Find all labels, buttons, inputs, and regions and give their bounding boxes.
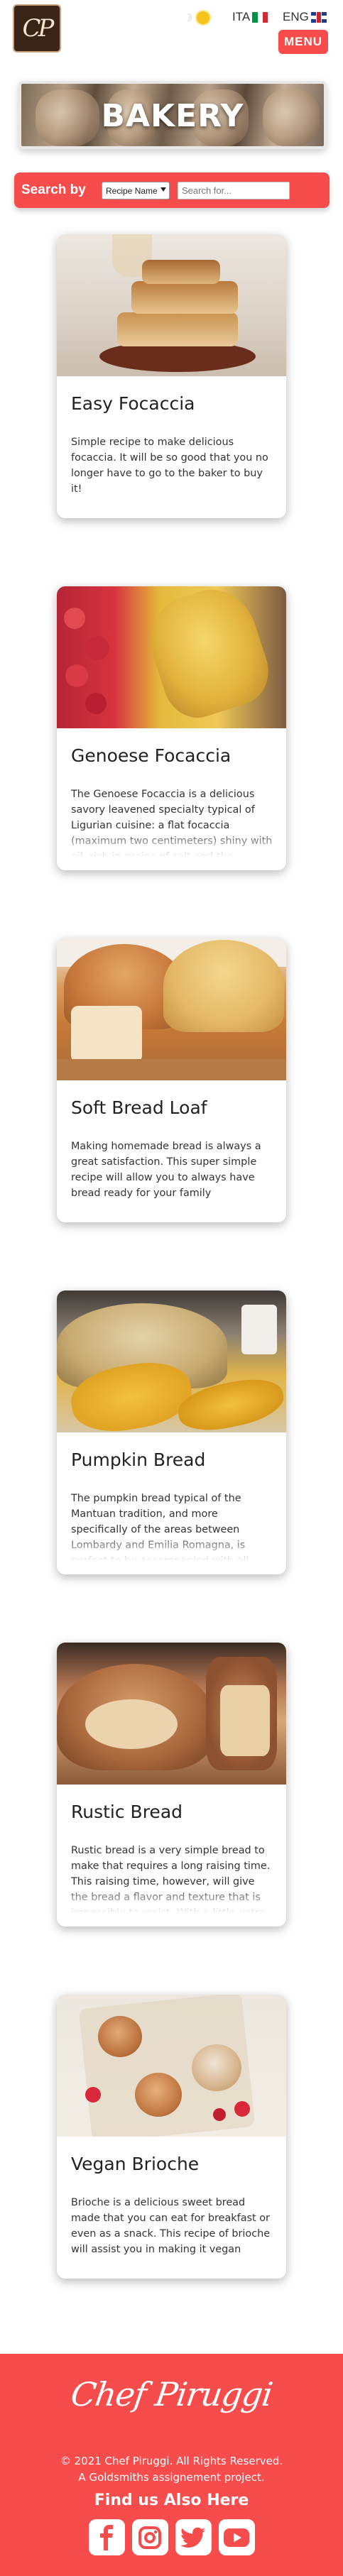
- search-bar: Search by Recipe Name: [14, 172, 330, 208]
- recipe-description: Making homemade bread is always a great …: [71, 1141, 261, 1199]
- recipe-image: [57, 1290, 286, 1432]
- copyright-line: © 2021 Chef Piruggi. All Rights Reserved…: [60, 2455, 283, 2467]
- recipe-card[interactable]: Rustic Bread Rustic bread is a very simp…: [57, 1643, 286, 1926]
- top-bar: CP ☽ ITA ENG MENU: [0, 0, 343, 64]
- italy-flag-icon: [252, 11, 268, 23]
- recipe-image: [57, 234, 286, 376]
- twitter-icon[interactable]: [175, 2519, 212, 2555]
- youtube-icon[interactable]: [218, 2519, 255, 2555]
- facebook-icon[interactable]: [88, 2519, 125, 2555]
- recipe-title: Genoese Focaccia: [71, 745, 232, 766]
- recipe-description: Brioche is a delicious sweet bread made …: [71, 2197, 271, 2255]
- language-ita[interactable]: ITA: [232, 10, 268, 24]
- menu-button[interactable]: MENU: [278, 30, 328, 54]
- search-type-select[interactable]: Recipe Name: [102, 182, 170, 199]
- search-input[interactable]: [178, 182, 290, 199]
- project-line: A Goldsmiths assignement project.: [78, 2471, 265, 2484]
- site-logo[interactable]: CP: [13, 4, 61, 53]
- recipe-card[interactable]: Easy Focaccia Simple recipe to make deli…: [57, 234, 286, 518]
- page-title: BAKERY: [101, 98, 244, 134]
- recipe-image: [57, 1995, 286, 2137]
- recipe-title: Soft Bread Loaf: [71, 1097, 207, 1118]
- recipe-card[interactable]: Soft Bread Loaf Making homemade bread is…: [57, 938, 286, 1222]
- language-eng-label: ENG: [283, 10, 309, 23]
- chevron-down-icon: [160, 187, 166, 192]
- recipe-card[interactable]: Vegan Brioche Brioche is a delicious swe…: [57, 1995, 286, 2279]
- sun-icon: [197, 11, 210, 24]
- recipe-image: [57, 1643, 286, 1785]
- recipe-title: Pumpkin Bread: [71, 1449, 206, 1470]
- recipe-card[interactable]: Genoese Focaccia The Genoese Focaccia is…: [57, 586, 286, 870]
- recipe-title: Easy Focaccia: [71, 393, 195, 414]
- recipe-card[interactable]: Pumpkin Bread The pumpkin bread typical …: [57, 1290, 286, 1574]
- moon-icon: ☽: [183, 11, 193, 24]
- recipe-description: The pumpkin bread typical of the Mantuan…: [71, 1493, 249, 1562]
- category-banner: BAKERY: [18, 81, 327, 149]
- recipe-title: Rustic Bread: [71, 1802, 183, 1822]
- site-footer: Chef Piruggi © 2021 Chef Piruggi. All Ri…: [0, 2354, 343, 2576]
- theme-toggle[interactable]: ☽: [183, 11, 210, 24]
- recipe-description: Simple recipe to make delicious focaccia…: [71, 437, 268, 495]
- recipe-description: Rustic bread is a very simple bread to m…: [71, 1845, 271, 1914]
- language-eng[interactable]: ENG: [283, 10, 327, 24]
- uk-flag-icon: [310, 11, 327, 23]
- recipe-description: The Genoese Focaccia is a delicious savo…: [71, 789, 273, 857]
- recipe-title: Vegan Brioche: [71, 2154, 200, 2174]
- social-links: [0, 2519, 343, 2555]
- social-heading: Find us Also Here: [94, 2492, 249, 2509]
- copyright-text: © 2021 Chef Piruggi. All Rights Reserved…: [0, 2453, 343, 2486]
- chef-signature-logo: Chef Piruggi: [68, 2375, 275, 2413]
- recipe-image: [57, 938, 286, 1080]
- search-label: Search by: [21, 182, 86, 197]
- recipe-image: [57, 586, 286, 728]
- logo-text: CP: [22, 14, 55, 43]
- language-ita-label: ITA: [232, 10, 251, 23]
- instagram-icon[interactable]: [131, 2519, 168, 2555]
- search-type-value: Recipe Name: [106, 185, 158, 196]
